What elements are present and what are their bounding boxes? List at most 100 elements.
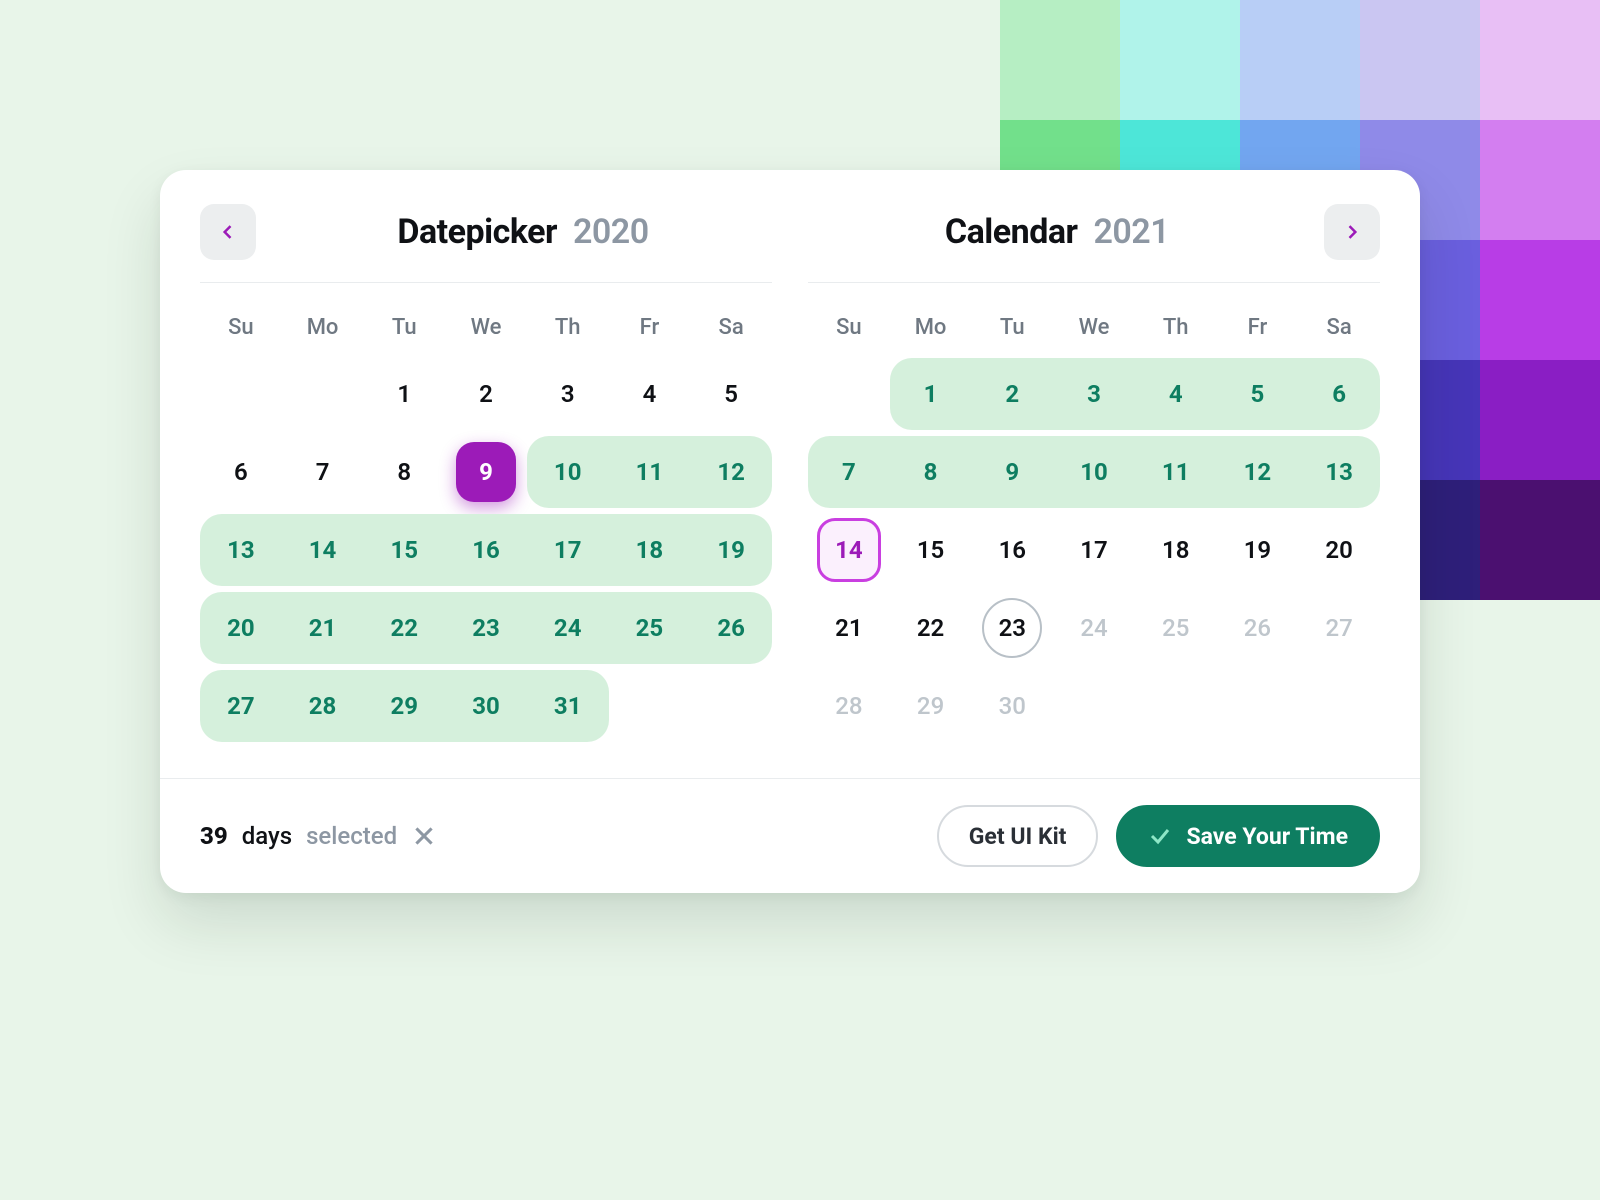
day-cell[interactable]: 31 (527, 670, 609, 742)
left-day-grid: 1234567891011121314151617181920212223242… (200, 358, 772, 742)
day-cell[interactable]: 26 (690, 592, 772, 664)
weekday-label: Sa (690, 305, 772, 358)
next-month-button[interactable] (1324, 204, 1380, 260)
weekday-label: Su (808, 305, 890, 358)
day-cell[interactable]: 20 (200, 592, 282, 664)
right-month-title: Calendar 2021 (808, 212, 1306, 252)
day-cell[interactable]: 16 (445, 514, 527, 586)
day-cell[interactable]: 6 (200, 436, 282, 508)
day-cell[interactable]: 17 (527, 514, 609, 586)
right-month-name: Calendar (945, 212, 1078, 252)
day-cell[interactable]: 8 (890, 436, 972, 508)
day-cell: 27 (1298, 592, 1380, 664)
weekday-label: Fr (609, 305, 691, 358)
day-cell[interactable]: 15 (890, 514, 972, 586)
day-cell[interactable]: 1 (890, 358, 972, 430)
day-cell[interactable]: 16 (971, 514, 1053, 586)
day-cell[interactable]: 19 (1217, 514, 1299, 586)
left-weekday-row: SuMoTuWeThFrSa (200, 305, 772, 358)
day-cell[interactable]: 8 (363, 436, 445, 508)
right-day-grid: 1234567891011121314151617181920212223242… (808, 358, 1380, 742)
day-cell[interactable]: 17 (1053, 514, 1135, 586)
day-cell[interactable]: 5 (1217, 358, 1299, 430)
day-cell[interactable]: 9 (971, 436, 1053, 508)
day-cell[interactable]: 30 (445, 670, 527, 742)
get-ui-kit-button[interactable]: Get UI Kit (937, 805, 1099, 867)
day-cell[interactable]: 27 (200, 670, 282, 742)
selection-state: selected (306, 822, 397, 850)
day-cell[interactable]: 10 (1053, 436, 1135, 508)
day-cell[interactable]: 7 (282, 436, 364, 508)
prev-month-button[interactable] (200, 204, 256, 260)
day-cell[interactable]: 21 (282, 592, 364, 664)
day-cell[interactable]: 7 (808, 436, 890, 508)
day-cell[interactable]: 21 (808, 592, 890, 664)
palette-swatch (1480, 240, 1600, 360)
day-cell[interactable]: 18 (1135, 514, 1217, 586)
day-cell[interactable]: 24 (527, 592, 609, 664)
today-cell[interactable]: 23 (971, 592, 1053, 664)
palette-swatch (1240, 0, 1360, 120)
day-cell[interactable]: 29 (363, 670, 445, 742)
check-icon (1148, 824, 1172, 848)
weekday-label: Th (527, 305, 609, 358)
weekday-label: Sa (1298, 305, 1380, 358)
save-time-label: Save Your Time (1186, 823, 1348, 850)
clear-selection-button[interactable] (411, 823, 437, 849)
month-right: Calendar 2021 SuMoTuWeThFrSa 12345678910… (808, 204, 1380, 742)
day-cell[interactable]: 18 (609, 514, 691, 586)
day-cell[interactable]: 14 (282, 514, 364, 586)
day-cell[interactable]: 22 (363, 592, 445, 664)
palette-swatch (1480, 0, 1600, 120)
selection-count: 39 (200, 822, 228, 850)
close-icon (411, 823, 437, 849)
right-weekday-row: SuMoTuWeThFrSa (808, 305, 1380, 358)
empty-cell (200, 358, 282, 430)
datepicker-card: Datepicker 2020 SuMoTuWeThFrSa 123456789… (160, 170, 1420, 893)
selection-summary: 39 days selected (200, 822, 437, 850)
get-ui-kit-label: Get UI Kit (969, 823, 1067, 850)
day-cell[interactable]: 20 (1298, 514, 1380, 586)
day-cell[interactable]: 11 (609, 436, 691, 508)
day-cell[interactable]: 25 (609, 592, 691, 664)
day-cell[interactable]: 12 (690, 436, 772, 508)
day-cell[interactable]: 3 (527, 358, 609, 430)
day-cell[interactable]: 23 (445, 592, 527, 664)
save-time-button[interactable]: Save Your Time (1116, 805, 1380, 867)
day-cell[interactable]: 5 (690, 358, 772, 430)
day-cell: 24 (1053, 592, 1135, 664)
day-cell[interactable]: 28 (282, 670, 364, 742)
chevron-right-icon (1342, 222, 1362, 242)
palette-swatch (1480, 360, 1600, 480)
day-cell[interactable]: 2 (445, 358, 527, 430)
day-cell: 30 (971, 670, 1053, 742)
day-cell[interactable]: 13 (1298, 436, 1380, 508)
left-month-year: 2020 (573, 212, 649, 252)
empty-cell (282, 358, 364, 430)
day-cell[interactable]: 22 (890, 592, 972, 664)
selected-end-day[interactable]: 14 (808, 514, 890, 586)
day-cell: 26 (1217, 592, 1299, 664)
card-footer: 39 days selected Get UI Kit Save Your Ti… (160, 778, 1420, 893)
weekday-label: We (1053, 305, 1135, 358)
day-cell[interactable]: 4 (1135, 358, 1217, 430)
day-cell[interactable]: 6 (1298, 358, 1380, 430)
day-cell[interactable]: 19 (690, 514, 772, 586)
day-cell[interactable]: 1 (363, 358, 445, 430)
day-cell[interactable]: 4 (609, 358, 691, 430)
day-cell[interactable]: 15 (363, 514, 445, 586)
weekday-label: Th (1135, 305, 1217, 358)
day-cell[interactable]: 12 (1217, 436, 1299, 508)
weekday-label: Tu (363, 305, 445, 358)
day-cell[interactable]: 13 (200, 514, 282, 586)
day-cell: 28 (808, 670, 890, 742)
day-cell[interactable]: 2 (971, 358, 1053, 430)
palette-swatch (1480, 120, 1600, 240)
selected-start-day[interactable]: 9 (445, 436, 527, 508)
day-cell: 29 (890, 670, 972, 742)
weekday-label: We (445, 305, 527, 358)
day-cell[interactable]: 10 (527, 436, 609, 508)
day-cell[interactable]: 3 (1053, 358, 1135, 430)
month-left: Datepicker 2020 SuMoTuWeThFrSa 123456789… (200, 204, 772, 742)
day-cell[interactable]: 11 (1135, 436, 1217, 508)
